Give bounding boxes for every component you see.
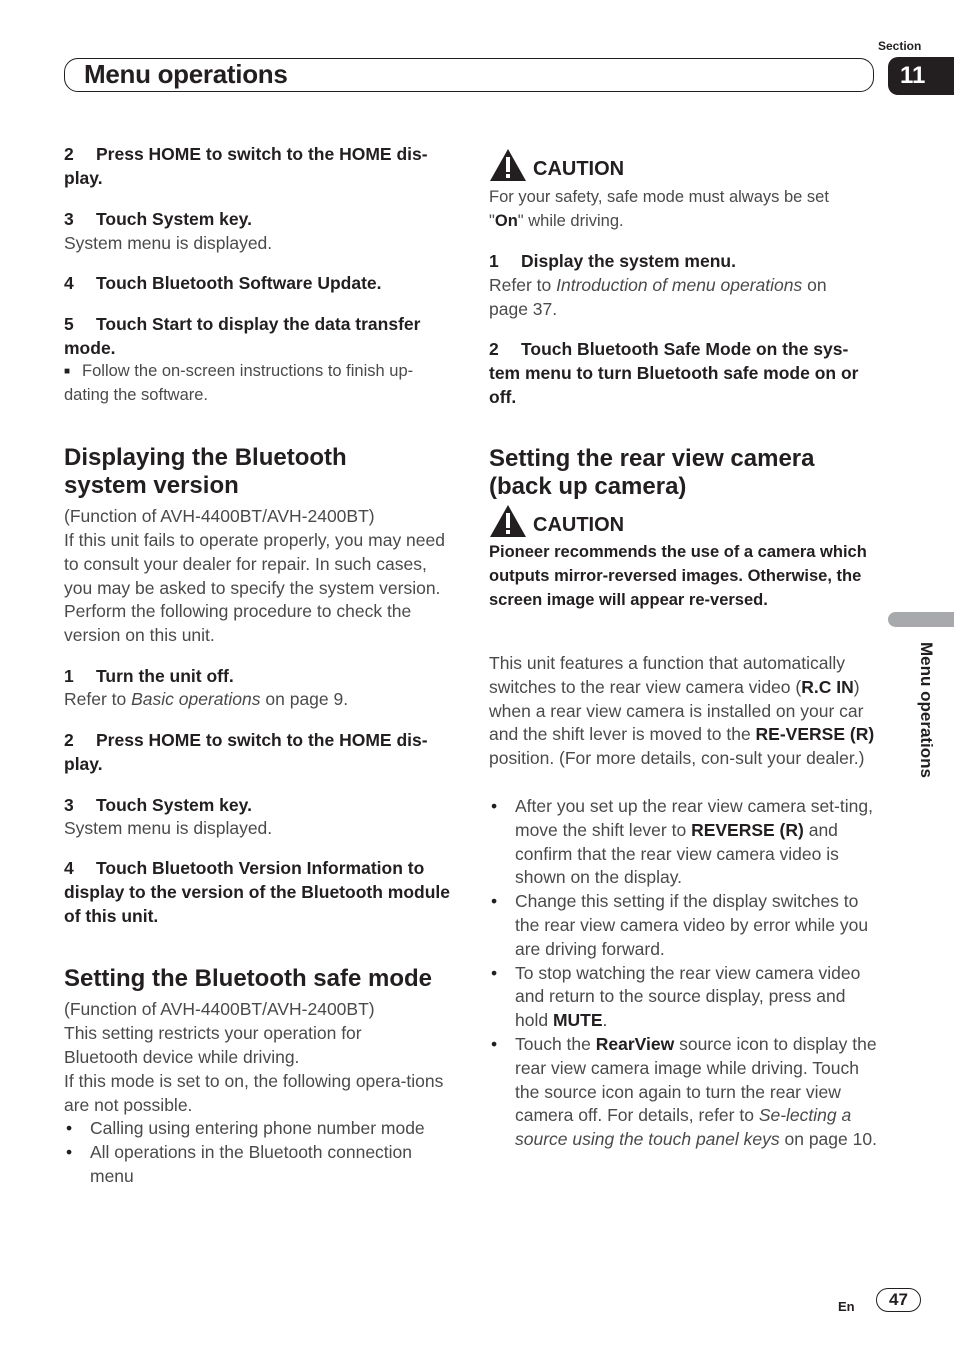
safe-step-2: 2 Touch Bluetooth Safe Mode on the sys-te… [489, 339, 859, 407]
page-title: Menu operations [84, 59, 288, 89]
caution-safe-mode-text: For your safety, safe mode must always b… [489, 188, 829, 230]
camera-note-item: After you set up the rear view camera se… [489, 795, 879, 890]
step-5-note: Follow the on-screen instructions to fin… [64, 360, 454, 408]
safe-mode-desc-1: This setting restricts your operation fo… [64, 1023, 362, 1067]
version-step-4: 4 Touch Bluetooth Version Information to … [64, 858, 450, 926]
camera-heading: Setting the rear view camera (back up ca… [489, 445, 815, 500]
section-label: Section [878, 39, 922, 53]
safe-step-1-ref: Refer to Introduction of menu operations… [489, 275, 827, 319]
step-2-home: 2 Press HOME to switch to the HOME dis- p… [64, 144, 428, 188]
step-5-start: 5 Touch Start to display the data transfe… [64, 314, 421, 358]
version-step-1: 1 Turn the unit off. [64, 666, 234, 686]
caution-safe-mode: CAUTION [489, 148, 624, 182]
side-tab-label: Menu operations [917, 642, 936, 779]
version-step-3-desc: System menu is displayed. [64, 818, 273, 838]
step-3-description: System menu is displayed. [64, 233, 273, 253]
restriction-item: All operations in the Bluetooth connecti… [64, 1141, 454, 1189]
warning-icon [490, 505, 526, 537]
version-step-2: 2 Press HOME to switch to the HOME dis-pl… [64, 730, 428, 774]
camera-note-item: Touch the RearView source icon to displa… [489, 1033, 879, 1152]
side-tab-marker [888, 612, 954, 627]
version-heading: Displaying the Bluetooth system version [64, 444, 347, 499]
safe-mode-restrictions: Calling using entering phone number mode… [64, 1117, 454, 1188]
caution-label: CAUTION [533, 514, 625, 537]
warning-icon [490, 149, 526, 181]
page-number: 47 [876, 1288, 921, 1312]
version-step-1-ref: Refer to Basic operations on page 9. [64, 689, 349, 709]
basic-operations-link[interactable]: Basic operations [131, 689, 260, 709]
step-4-software-update: 4 Touch Bluetooth Software Update. [64, 273, 382, 293]
safe-mode-heading: Setting the Bluetooth safe mode [64, 965, 433, 992]
camera-note-item: Change this setting if the display switc… [489, 890, 879, 961]
camera-notes: After you set up the rear view camera se… [489, 795, 879, 1152]
version-function: (Function of AVH-4400BT/AVH-2400BT) [64, 506, 375, 526]
version-step-3: 3 Touch System key. [64, 795, 252, 815]
version-description: If this unit fails to operate properly, … [64, 530, 445, 646]
camera-note-item: To stop watching the rear view camera vi… [489, 962, 879, 1033]
language-label: En [838, 1299, 855, 1314]
section-number-tab: 11 [888, 57, 954, 95]
step-3-system-key: 3 Touch System key. [64, 209, 252, 229]
intro-menu-operations-link[interactable]: Introduction of menu operations [556, 275, 802, 295]
caution-camera-text: Pioneer recommends the use of a camera w… [489, 543, 867, 609]
safe-mode-function: (Function of AVH-4400BT/AVH-2400BT) [64, 999, 375, 1019]
section-number: 11 [900, 62, 926, 89]
safe-step-1: 1 Display the system menu. [489, 251, 736, 271]
camera-description: This unit features a function that autom… [489, 653, 875, 769]
caution-camera: CAUTION [489, 504, 624, 538]
caution-label: CAUTION [533, 158, 625, 181]
safe-mode-desc-2: If this mode is set to on, the following… [64, 1071, 444, 1115]
restriction-item: Calling using entering phone number mode [64, 1117, 454, 1141]
